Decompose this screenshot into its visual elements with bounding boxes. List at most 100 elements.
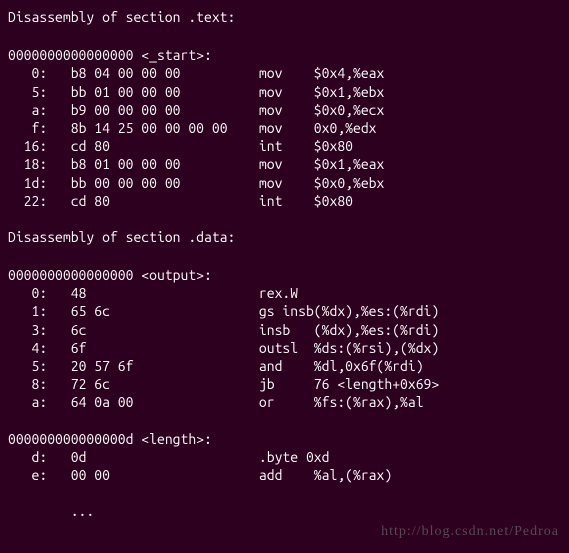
section-header: Disassembly of section .text: [8, 8, 569, 26]
line-operands: %ds:(%rsi),(%dx) [314, 340, 439, 356]
symbol-address: 0000000000000000 [8, 47, 133, 63]
line-operands: $0x80 [314, 193, 353, 209]
line-hex: bb 01 00 00 00 [71, 84, 259, 100]
line-mnemonic: mov [259, 102, 314, 118]
line-operands: %dl,0x6f(%rdi) [314, 358, 424, 374]
line-hex: 65 6c [71, 303, 259, 319]
disassembly-line: 0: 48 rex.W [8, 284, 569, 302]
line-hex: 00 00 [71, 467, 259, 483]
line-mnemonic: jb [259, 376, 314, 392]
line-operands: (%dx),%es:(%rdi) [314, 303, 439, 319]
symbol-name: <output>: [141, 267, 212, 283]
line-mnemonic: mov [259, 65, 314, 81]
disassembly-output: Disassembly of section .text: 00000000000… [8, 8, 569, 520]
line-operands: $0x80 [314, 138, 353, 154]
symbol-header: 0000000000000000 <output>: [8, 266, 569, 284]
line-mnemonic: mov [259, 175, 314, 191]
line-hex: cd 80 [71, 193, 259, 209]
line-offset: 0: [8, 65, 47, 81]
line-mnemonic: add [259, 467, 314, 483]
disassembly-line: d: 0d .byte 0xd [8, 448, 569, 466]
blank-line [8, 248, 569, 266]
line-operands: $0x0,%ecx [314, 102, 385, 118]
line-offset: 0: [8, 285, 47, 301]
line-offset: f: [8, 120, 47, 136]
watermark: http://blog.csdn.net/Pedroa [381, 523, 559, 541]
disassembly-line: 5: bb 01 00 00 00 mov $0x1,%ebx [8, 83, 569, 101]
line-hex: 6f [71, 340, 259, 356]
line-offset: a: [8, 102, 47, 118]
line-hex: 0d [71, 449, 259, 465]
blank-line [8, 412, 569, 430]
line-hex: b8 04 00 00 00 [71, 65, 259, 81]
line-hex: 64 0a 00 [71, 394, 259, 410]
blank-line [8, 484, 569, 502]
line-operands: 0x0,%edx [314, 120, 377, 136]
line-mnemonic: gs insb [259, 303, 314, 319]
symbol-address: 0000000000000000 [8, 267, 133, 283]
line-offset: 18: [8, 156, 47, 172]
line-offset: a: [8, 394, 47, 410]
line-operands: %al,(%rax) [314, 467, 392, 483]
line-offset: 3: [8, 322, 47, 338]
line-mnemonic: insb [259, 322, 314, 338]
line-offset: 1d: [8, 175, 47, 191]
line-mnemonic: or [259, 394, 314, 410]
line-hex: 20 57 6f [71, 358, 259, 374]
line-offset: 1: [8, 303, 47, 319]
ellipsis: ... [8, 502, 569, 520]
disassembly-line: 1: 65 6c gs insb(%dx),%es:(%rdi) [8, 302, 569, 320]
disassembly-line: 16: cd 80 int $0x80 [8, 137, 569, 155]
line-hex: 48 [71, 285, 259, 301]
line-offset: 8: [8, 376, 47, 392]
line-hex: 72 6c [71, 376, 259, 392]
line-hex: b9 00 00 00 00 [71, 102, 259, 118]
disassembly-line: e: 00 00 add %al,(%rax) [8, 466, 569, 484]
line-offset: 5: [8, 358, 47, 374]
line-operands: $0x1,%ebx [314, 84, 385, 100]
line-hex: 6c [71, 322, 259, 338]
disassembly-line: 8: 72 6c jb 76 <length+0x69> [8, 375, 569, 393]
symbol-header: 0000000000000000 <_start>: [8, 46, 569, 64]
disassembly-line: 4: 6f outsl %ds:(%rsi),(%dx) [8, 339, 569, 357]
disassembly-line: 18: b8 01 00 00 00 mov $0x1,%eax [8, 155, 569, 173]
line-offset: 4: [8, 340, 47, 356]
disassembly-line: a: b9 00 00 00 00 mov $0x0,%ecx [8, 101, 569, 119]
symbol-header: 000000000000000d <length>: [8, 430, 569, 448]
line-operands: $0x1,%eax [314, 156, 385, 172]
line-mnemonic: int [259, 193, 314, 209]
line-operands: 76 <length+0x69> [314, 376, 439, 392]
disassembly-line: 1d: bb 00 00 00 00 mov $0x0,%ebx [8, 174, 569, 192]
line-offset: d: [8, 449, 47, 465]
symbol-address: 000000000000000d [8, 431, 133, 447]
line-operands: $0x4,%eax [314, 65, 385, 81]
disassembly-line: 3: 6c insb (%dx),%es:(%rdi) [8, 321, 569, 339]
line-offset: 16: [8, 138, 47, 154]
line-hex: b8 01 00 00 00 [71, 156, 259, 172]
section-header: Disassembly of section .data: [8, 228, 569, 246]
line-hex: 8b 14 25 00 00 00 00 [71, 120, 259, 136]
line-offset: 22: [8, 193, 47, 209]
line-mnemonic: and [259, 358, 314, 374]
blank-line [8, 210, 569, 228]
line-mnemonic: int [259, 138, 314, 154]
symbol-name: <_start>: [141, 47, 212, 63]
line-offset: e: [8, 467, 47, 483]
line-mnemonic: mov [259, 120, 314, 136]
line-mnemonic: .byte 0xd [259, 449, 330, 465]
line-mnemonic: rex.W [259, 285, 298, 301]
disassembly-line: 5: 20 57 6f and %dl,0x6f(%rdi) [8, 357, 569, 375]
line-mnemonic: mov [259, 156, 314, 172]
disassembly-line: f: 8b 14 25 00 00 00 00 mov 0x0,%edx [8, 119, 569, 137]
blank-line [8, 28, 569, 46]
symbol-name: <length>: [141, 431, 212, 447]
line-mnemonic: outsl [259, 340, 314, 356]
line-operands: (%dx),%es:(%rdi) [314, 322, 439, 338]
line-operands: $0x0,%ebx [314, 175, 385, 191]
line-hex: bb 00 00 00 00 [71, 175, 259, 191]
line-offset: 5: [8, 84, 47, 100]
disassembly-line: 0: b8 04 00 00 00 mov $0x4,%eax [8, 64, 569, 82]
line-mnemonic: mov [259, 84, 314, 100]
line-operands: %fs:(%rax),%al [314, 394, 424, 410]
disassembly-line: a: 64 0a 00 or %fs:(%rax),%al [8, 393, 569, 411]
